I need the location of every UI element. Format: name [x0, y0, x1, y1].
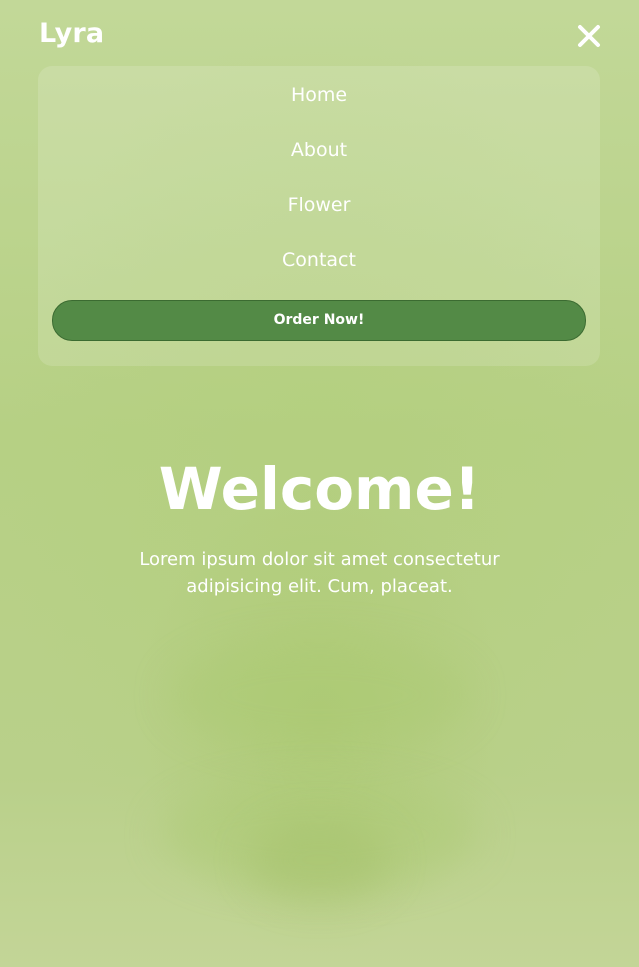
close-menu-button[interactable]: [575, 22, 603, 50]
close-icon: [578, 25, 600, 47]
nav-item-flower[interactable]: Flower: [38, 188, 600, 222]
order-now-button[interactable]: Order Now!: [52, 300, 586, 341]
nav-item-contact[interactable]: Contact: [38, 243, 600, 277]
background-shape: [170, 640, 470, 750]
nav-item-home[interactable]: Home: [38, 78, 600, 112]
site-header: Lyra: [0, 0, 639, 70]
mobile-nav-menu: Home About Flower Contact Order Now!: [38, 66, 600, 366]
background-shape: [250, 820, 390, 900]
hero-title: Welcome!: [158, 455, 481, 523]
nav-item-about[interactable]: About: [38, 133, 600, 167]
logo[interactable]: Lyra: [39, 18, 104, 49]
hero-description: Lorem ipsum dolor sit amet consectetur a…: [139, 549, 500, 597]
